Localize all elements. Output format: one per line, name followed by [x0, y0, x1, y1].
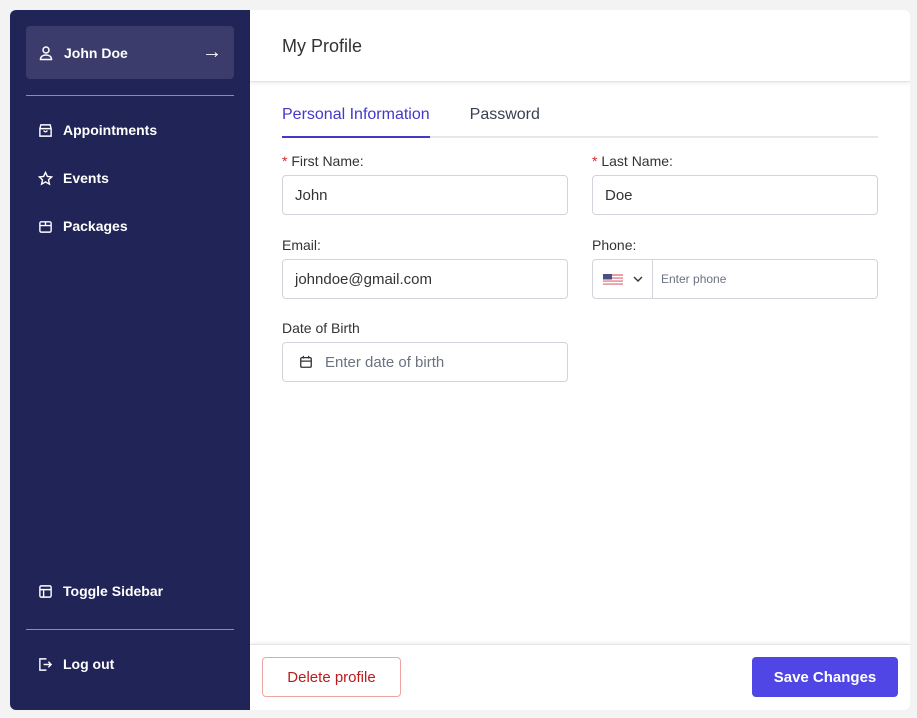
email-field: Email: johndoe@gmail.com: [282, 237, 568, 299]
dob-input[interactable]: Enter date of birth: [282, 342, 568, 382]
first-name-label: First Name:: [291, 153, 364, 169]
sidebar-layout-icon: [39, 584, 52, 598]
star-icon: [38, 170, 53, 186]
sidebar-item-label: Events: [63, 170, 109, 186]
tab-personal-information[interactable]: Personal Information: [282, 106, 430, 138]
first-name-field: * First Name: John: [282, 153, 568, 215]
footer: Delete profile Save Changes: [250, 644, 910, 710]
toggle-sidebar-button[interactable]: Toggle Sidebar: [38, 583, 163, 599]
logout-label: Log out: [63, 656, 115, 672]
sidebar-item-label: Packages: [63, 218, 128, 234]
last-name-label: Last Name:: [601, 153, 673, 169]
dob-field: Date of Birth Enter date of birth: [282, 320, 568, 382]
page-title: My Profile: [282, 36, 363, 56]
required-marker: *: [282, 153, 292, 169]
user-icon: [39, 45, 53, 60]
country-select[interactable]: [593, 260, 653, 298]
main-content: My Profile Personal Information Password…: [250, 10, 910, 710]
calendar-icon: [300, 355, 312, 368]
phone-input[interactable]: Enter phone: [653, 272, 726, 286]
sidebar-item-label: Appointments: [63, 122, 158, 138]
sidebar: John Doe → Appointments Events Packages …: [10, 10, 250, 710]
shopping-bag-icon: [39, 123, 52, 137]
email-label: Email:: [282, 237, 321, 253]
first-name-input[interactable]: John: [282, 175, 568, 215]
phone-input-group: Enter phone: [592, 259, 878, 299]
save-changes-button[interactable]: Save Changes: [752, 657, 898, 697]
divider: [26, 95, 234, 96]
user-name: John Doe: [64, 44, 128, 61]
last-name-input[interactable]: Doe: [592, 175, 878, 215]
app-window: John Doe → Appointments Events Packages …: [10, 10, 910, 710]
sidebar-item-events[interactable]: Events: [38, 170, 109, 186]
phone-field: Phone: Enter phone: [592, 237, 878, 299]
arrow-right-icon: →: [202, 41, 222, 63]
us-flag-icon: [602, 273, 623, 285]
dob-placeholder: Enter date of birth: [325, 353, 445, 371]
logout-icon: [39, 657, 53, 671]
logout-button[interactable]: Log out: [38, 656, 114, 672]
email-input[interactable]: johndoe@gmail.com: [282, 259, 568, 299]
delete-profile-button[interactable]: Delete profile: [262, 657, 401, 697]
phone-label: Phone:: [592, 237, 637, 253]
user-profile-button[interactable]: John Doe →: [26, 26, 234, 79]
dob-label: Date of Birth: [282, 320, 360, 336]
sidebar-item-appointments[interactable]: Appointments: [38, 122, 157, 138]
toggle-sidebar-label: Toggle Sidebar: [63, 583, 164, 599]
tab-password[interactable]: Password: [470, 106, 540, 138]
chevron-down-icon: [633, 276, 642, 282]
required-marker: *: [592, 153, 602, 169]
last-name-field: * Last Name: Doe: [592, 153, 878, 215]
divider: [26, 629, 234, 630]
tab-bar: Personal Information Password: [282, 106, 878, 138]
package-icon: [39, 220, 52, 233]
sidebar-item-packages[interactable]: Packages: [38, 218, 128, 234]
